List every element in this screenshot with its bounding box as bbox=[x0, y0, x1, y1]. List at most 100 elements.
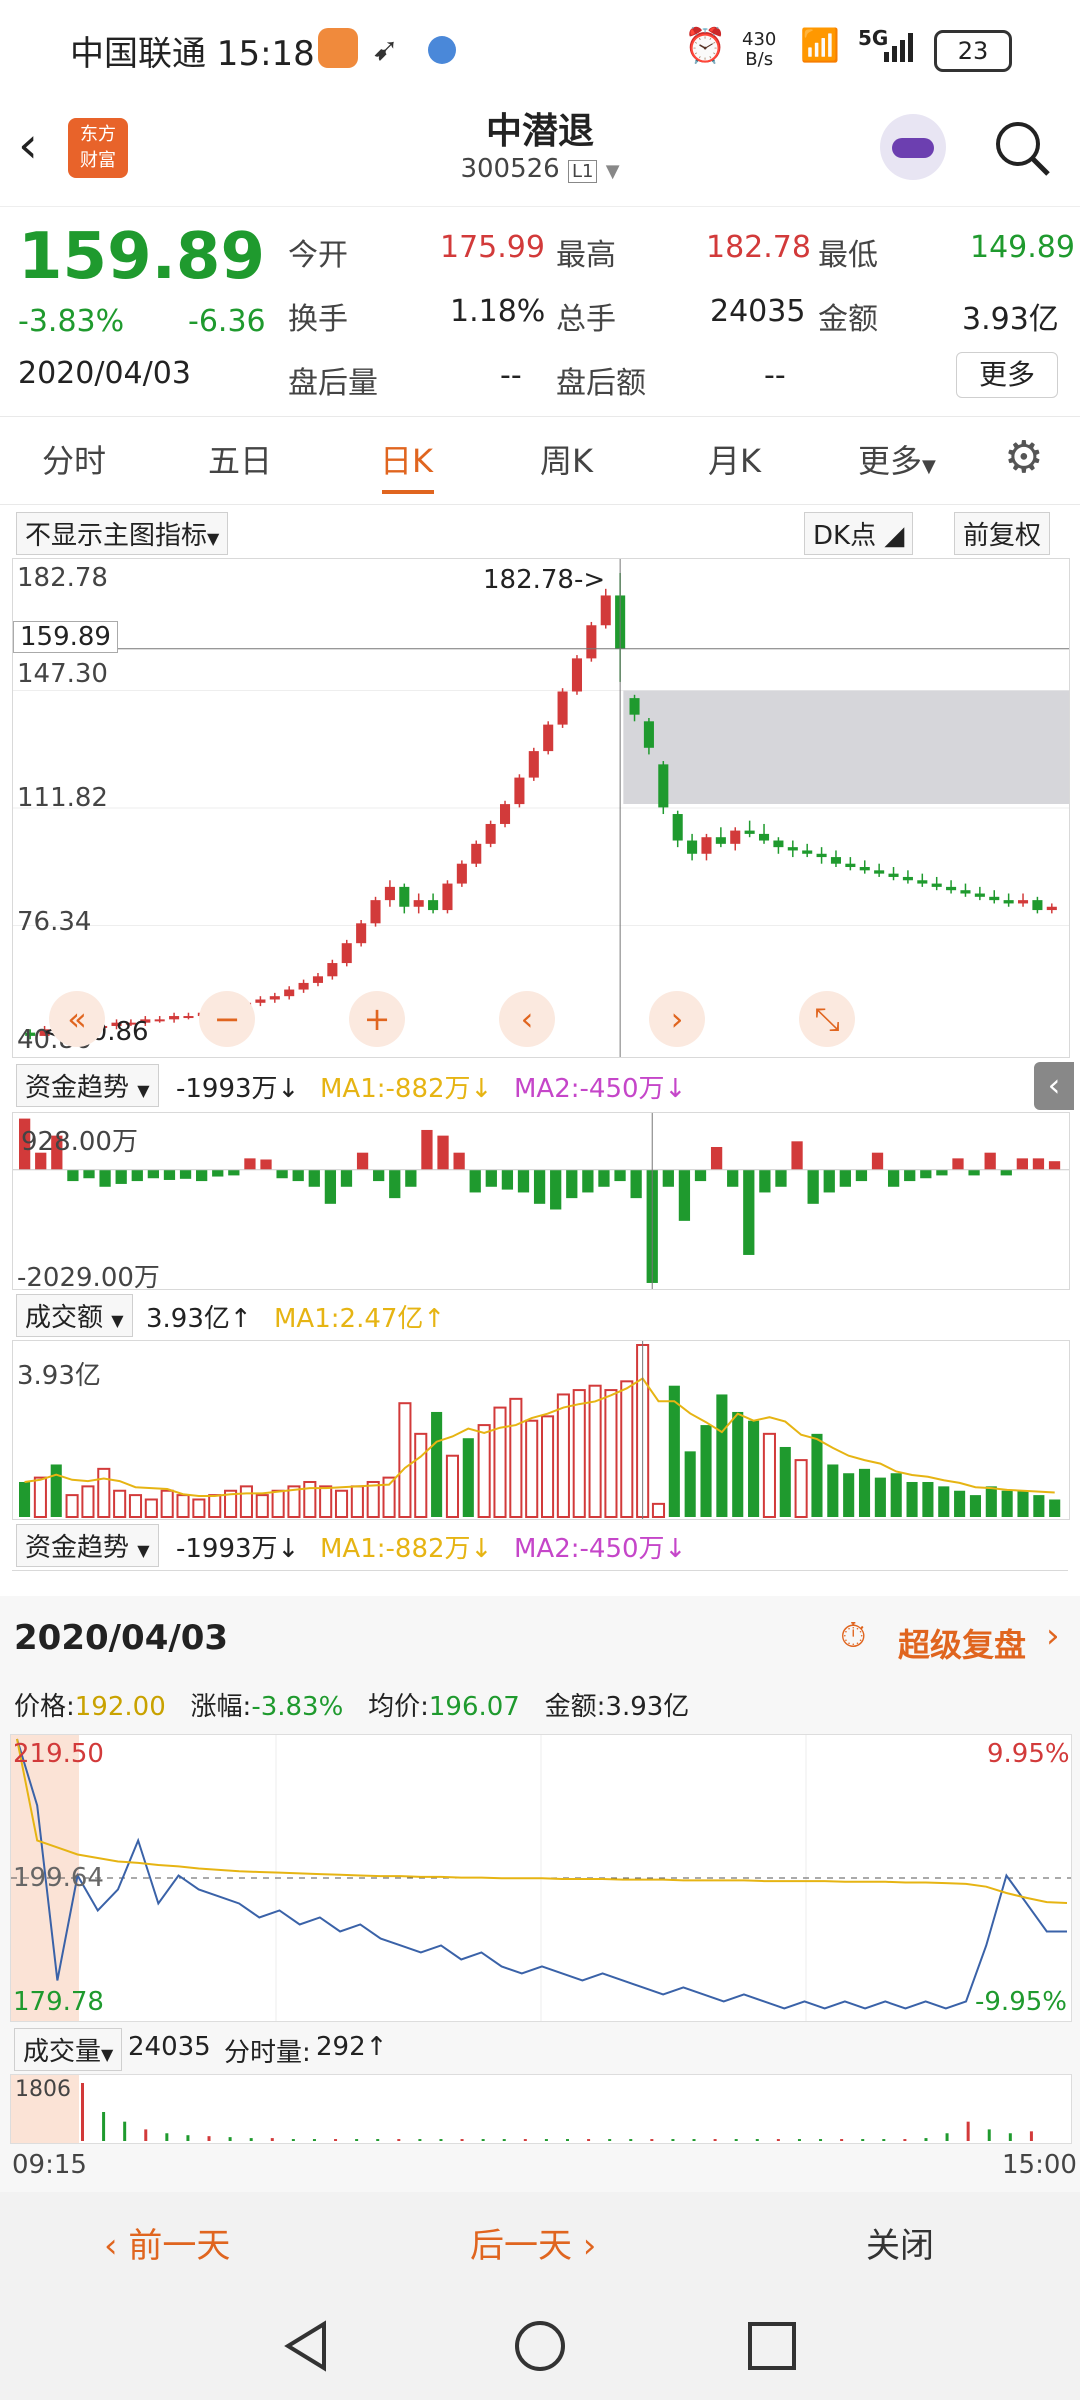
forward-adjust-button[interactable]: 前复权 bbox=[954, 512, 1051, 555]
stock-code-row[interactable]: 300526 L1 ▼ bbox=[440, 154, 640, 184]
flow-bar bbox=[437, 1135, 449, 1170]
settings-gear-icon[interactable]: ⚙ bbox=[1004, 432, 1043, 483]
candle-body bbox=[428, 900, 439, 911]
intraday-volume-bar bbox=[334, 2139, 338, 2141]
fund-flow-header: 资金趋势 ▼ -1993万↓ MA1:-882万↓ MA2:-450万↓ bbox=[12, 1064, 1068, 1107]
header: ‹ 东方 财富 中潜退 300526 L1 ▼ bbox=[0, 96, 1080, 207]
flow-bar bbox=[743, 1169, 755, 1255]
amount-bar bbox=[81, 1485, 95, 1518]
rewind-icon[interactable]: « bbox=[49, 991, 105, 1047]
prev-day-button[interactable]: ‹ 前一天 bbox=[104, 2218, 230, 2267]
zoom-in-icon[interactable]: + bbox=[349, 991, 405, 1047]
change-abs: -6.36 bbox=[188, 304, 266, 339]
intraday-volume-plot bbox=[11, 2075, 1033, 2143]
collapse-panel-icon[interactable]: ‹ bbox=[1034, 1062, 1074, 1110]
amount-bar bbox=[794, 1459, 808, 1518]
amount-bar bbox=[414, 1432, 428, 1518]
tab-weekly-k[interactable]: 周K bbox=[540, 436, 593, 482]
nav-recents-icon[interactable] bbox=[744, 2318, 800, 2374]
flow-bar bbox=[83, 1169, 95, 1179]
intraday-plot bbox=[11, 1735, 1071, 2021]
candle-body bbox=[730, 830, 741, 844]
amount-select[interactable]: 成交额 ▼ bbox=[16, 1294, 133, 1337]
open-value: 175.99 bbox=[440, 230, 545, 265]
candle-body bbox=[557, 691, 568, 725]
nav-back-icon[interactable] bbox=[280, 2318, 336, 2374]
intraday-chart[interactable]: 219.50 199.64 179.78 9.95% -9.95% bbox=[10, 1734, 1072, 2022]
candle-body bbox=[989, 896, 1000, 901]
tab-daily-k[interactable]: 日K bbox=[380, 436, 433, 482]
intraday-volume-bar bbox=[439, 2139, 443, 2141]
intraday-volume-bar bbox=[650, 2139, 654, 2141]
flow-bar bbox=[936, 1169, 948, 1176]
replay-clock-icon[interactable]: ⏱ bbox=[840, 1616, 867, 1656]
super-replay-link[interactable]: 超级复盘 bbox=[898, 1620, 1026, 1666]
intraday-volume-bar bbox=[903, 2139, 907, 2141]
fullscreen-icon[interactable]: ⤡ bbox=[799, 991, 855, 1047]
fund-flow-select[interactable]: 资金趋势 ▼ bbox=[16, 1064, 159, 1107]
next-day-button[interactable]: 后一天 › bbox=[470, 2218, 596, 2267]
tab-five-day[interactable]: 五日 bbox=[208, 436, 272, 482]
candle-body bbox=[298, 982, 309, 990]
flow-bar bbox=[904, 1169, 916, 1182]
candle-body bbox=[787, 847, 798, 851]
amount-bar bbox=[954, 1490, 966, 1517]
amount-bar bbox=[350, 1485, 364, 1518]
amount-ma1: MA1:2.47亿↑ bbox=[274, 1304, 446, 1334]
intraday-volume-bar bbox=[207, 2136, 211, 2141]
search-icon[interactable] bbox=[992, 118, 1052, 178]
flow-bar bbox=[421, 1129, 433, 1170]
right-arrow-icon[interactable]: › bbox=[649, 991, 705, 1047]
fund-flow-chart[interactable]: 928.00万 -2029.00万 bbox=[12, 1112, 1070, 1293]
amount-bar bbox=[477, 1424, 491, 1518]
flow-bar bbox=[727, 1169, 739, 1187]
chevron-right-icon[interactable]: › bbox=[1046, 1616, 1060, 1656]
zoom-out-icon[interactable]: − bbox=[199, 991, 255, 1047]
flow-bar bbox=[630, 1169, 642, 1199]
fund-flow2-select[interactable]: 资金趋势 ▼ bbox=[16, 1524, 159, 1567]
prev-day-label: 前一天 bbox=[128, 2226, 231, 2266]
candle-body bbox=[154, 1019, 165, 1022]
robot-avatar[interactable] bbox=[880, 114, 946, 180]
intraday-volume-bar bbox=[418, 2139, 422, 2141]
amount-chart[interactable]: 3.93亿 bbox=[12, 1340, 1070, 1520]
flow-bar bbox=[533, 1169, 546, 1204]
main-indicator-select[interactable]: 不显示主图指标▼ bbox=[16, 512, 229, 555]
peak-annotation: 182.78-> bbox=[483, 565, 606, 595]
amount-bar bbox=[858, 1468, 871, 1517]
intraday-y-top: 219.50 bbox=[13, 1739, 104, 1769]
candle-body bbox=[543, 724, 554, 752]
candle-body bbox=[370, 900, 381, 924]
volume-select[interactable]: 成交量▼ bbox=[14, 2028, 123, 2071]
amount-bar bbox=[827, 1464, 839, 1517]
intraday-pct-top: 9.95% bbox=[987, 1739, 1070, 1769]
candle-body bbox=[946, 886, 957, 891]
intraday-volume-bar bbox=[924, 2138, 928, 2141]
y-label-top: 182.78 bbox=[17, 563, 108, 593]
close-button[interactable]: 关闭 bbox=[866, 2218, 934, 2267]
intraday-volume-bar bbox=[987, 2129, 991, 2141]
tab-more[interactable]: 更多▼ bbox=[858, 436, 936, 482]
dk-point-button[interactable]: DK点 ◢ bbox=[804, 512, 914, 555]
price-label: 价格: bbox=[14, 1692, 75, 1722]
candle-body bbox=[528, 751, 539, 778]
intraday-volume-bar bbox=[692, 2139, 696, 2141]
tab-monthly-k[interactable]: 月K bbox=[708, 436, 761, 482]
kline-chart[interactable]: 182.78 159.89 147.30 111.82 76.34 40.86 … bbox=[12, 558, 1070, 1058]
left-arrow-icon[interactable]: ‹ bbox=[499, 991, 555, 1047]
intraday-volume-bar bbox=[797, 2139, 801, 2141]
flow-bar bbox=[324, 1169, 337, 1204]
intraday-volume-chart[interactable]: 1806 bbox=[10, 2074, 1072, 2144]
amount-bar bbox=[588, 1384, 602, 1519]
volume-select-label: 成交量 bbox=[23, 2037, 102, 2067]
tab-intraday[interactable]: 分时 bbox=[42, 436, 106, 482]
change-pct: -3.83% bbox=[18, 304, 125, 339]
flow-bar bbox=[887, 1169, 900, 1187]
intraday-volume-bar bbox=[566, 2139, 569, 2141]
intraday-volume-bar bbox=[629, 2139, 633, 2141]
more-button[interactable]: 更多 bbox=[956, 352, 1058, 398]
intraday-volume-bar bbox=[397, 2139, 401, 2141]
flow-bar bbox=[212, 1169, 224, 1177]
nav-home-icon[interactable] bbox=[512, 2318, 568, 2374]
candle-body bbox=[802, 850, 813, 854]
